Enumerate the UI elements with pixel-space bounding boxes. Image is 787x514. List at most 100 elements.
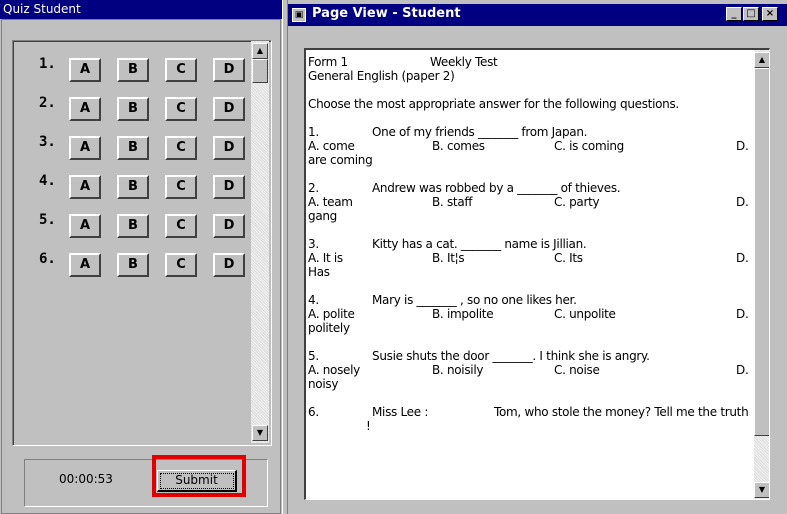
page-view-window: ▣ Page View - Student _ □ × Form 1 Weekl… bbox=[288, 0, 787, 514]
question-number: 1. bbox=[39, 56, 56, 72]
option-a: A. It is bbox=[308, 251, 343, 265]
question-row: 6. A B C D bbox=[39, 251, 269, 277]
question-number: 1. bbox=[308, 125, 319, 139]
question-stem: Mary is _______ , so no one likes her. bbox=[372, 293, 577, 307]
submit-button[interactable]: Submit bbox=[157, 470, 237, 492]
instruction-text: Choose the most appropriate answer for t… bbox=[308, 97, 679, 111]
window-title: Quiz Student bbox=[3, 2, 81, 16]
scroll-down-button[interactable]: ▼ bbox=[754, 482, 769, 498]
question-stem: Tom, who stole the money? Tell me the tr… bbox=[494, 405, 749, 419]
scroll-down-button[interactable]: ▼ bbox=[252, 425, 268, 441]
question-stem: Susie shuts the door _______. I think sh… bbox=[372, 349, 650, 363]
answer-option-button[interactable]: C bbox=[165, 214, 197, 238]
answer-panel-scrollbar[interactable] bbox=[251, 41, 269, 443]
answer-option-button[interactable]: B bbox=[117, 214, 149, 238]
option-d-text: Has bbox=[308, 265, 330, 279]
option-d-text: noisy bbox=[308, 377, 339, 391]
question-number: 3. bbox=[39, 134, 56, 150]
option-c: C. Its bbox=[554, 251, 583, 265]
scroll-thumb[interactable] bbox=[754, 68, 769, 436]
answer-option-button[interactable]: C bbox=[165, 253, 197, 277]
answer-option-button[interactable]: B bbox=[117, 58, 149, 82]
option-b: B. noisily bbox=[432, 363, 484, 377]
status-panel: 00:00:53 Submit bbox=[24, 455, 268, 507]
answer-option-button[interactable]: B bbox=[117, 97, 149, 121]
question-number: 6. bbox=[39, 251, 56, 267]
question-number: 2. bbox=[308, 181, 319, 195]
option-a: A. team bbox=[308, 195, 353, 209]
answer-option-button[interactable]: B bbox=[117, 136, 149, 160]
close-icon[interactable]: × bbox=[762, 7, 778, 21]
option-d-text: are coming bbox=[308, 153, 373, 167]
answer-option-button[interactable]: D bbox=[213, 136, 245, 160]
form-label: Form 1 bbox=[308, 55, 348, 69]
document-view: Form 1 Weekly Test General English (pape… bbox=[304, 48, 770, 500]
answer-option-button[interactable]: B bbox=[117, 253, 149, 277]
option-b: B. staff bbox=[432, 195, 473, 209]
answer-option-button[interactable]: B bbox=[117, 175, 149, 199]
test-label: Weekly Test bbox=[430, 55, 498, 69]
option-c: C. noise bbox=[554, 363, 600, 377]
question-stem: Andrew was robbed by a _______ of thieve… bbox=[372, 181, 621, 195]
option-b: B. It¦s bbox=[432, 251, 465, 265]
option-d-text: gang bbox=[308, 209, 337, 223]
option-d: D. bbox=[736, 307, 749, 321]
question-number: 4. bbox=[39, 173, 56, 189]
option-a: A. come bbox=[308, 139, 355, 153]
answer-option-button[interactable]: C bbox=[165, 175, 197, 199]
question-number: 3. bbox=[308, 237, 319, 251]
question-number: 6. bbox=[308, 405, 319, 419]
answer-option-button[interactable]: A bbox=[69, 214, 101, 238]
question-number: 2. bbox=[39, 95, 56, 111]
timer: 00:00:53 bbox=[59, 472, 113, 486]
answer-option-button[interactable]: A bbox=[69, 58, 101, 82]
option-d-text: politely bbox=[308, 321, 350, 335]
option-b: B. comes bbox=[432, 139, 485, 153]
option-c: C. unpolite bbox=[554, 307, 616, 321]
answer-option-button[interactable]: D bbox=[213, 175, 245, 199]
quiz-student-window: Quiz Student 1. A B C D 2. A B C D 3. A B C D 4. A B C D 5. A… bbox=[0, 0, 282, 514]
scroll-up-button[interactable]: ▲ bbox=[754, 52, 769, 68]
answer-option-button[interactable]: A bbox=[69, 175, 101, 199]
answer-option-button[interactable]: A bbox=[69, 97, 101, 121]
answer-option-button[interactable]: A bbox=[69, 253, 101, 277]
option-d: D. bbox=[736, 139, 749, 153]
question-stem-continued: ! bbox=[366, 419, 371, 433]
maximize-icon[interactable]: □ bbox=[743, 7, 759, 21]
question-row: 3. A B C D bbox=[39, 134, 269, 160]
app-icon: ▣ bbox=[292, 8, 306, 22]
answer-option-button[interactable]: C bbox=[165, 136, 197, 160]
answer-option-button[interactable]: C bbox=[165, 58, 197, 82]
option-c: C. party bbox=[554, 195, 600, 209]
answer-panel: 1. A B C D 2. A B C D 3. A B C D 4. A B C D 5. A B C D 6. A B C D ▲ ▼ bbox=[12, 40, 272, 446]
question-stem: Kitty has a cat. _______ name is Jillian… bbox=[372, 237, 587, 251]
answer-option-button[interactable]: A bbox=[69, 136, 101, 160]
window-title: Page View - Student bbox=[312, 6, 461, 21]
question-row: 1. A B C D bbox=[39, 56, 269, 82]
answer-option-button[interactable]: C bbox=[165, 97, 197, 121]
option-c: C. is coming bbox=[554, 139, 624, 153]
scroll-thumb[interactable] bbox=[252, 59, 268, 83]
question-row: 2. A B C D bbox=[39, 95, 269, 121]
scroll-up-button[interactable]: ▲ bbox=[252, 43, 268, 59]
quiz-student-title-bar: Quiz Student bbox=[0, 0, 282, 19]
option-a: A. nosely bbox=[308, 363, 360, 377]
question-number: 5. bbox=[308, 349, 319, 363]
answer-option-button[interactable]: D bbox=[213, 97, 245, 121]
question-speaker: Miss Lee : bbox=[372, 405, 429, 419]
page-view-title-bar: ▣ Page View - Student _ □ × bbox=[288, 4, 787, 26]
question-row: 5. A B C D bbox=[39, 212, 269, 238]
question-stem: One of my friends _______ from Japan. bbox=[372, 125, 588, 139]
option-d: D. bbox=[736, 251, 749, 265]
question-number: 4. bbox=[308, 293, 319, 307]
answer-option-button[interactable]: D bbox=[213, 253, 245, 277]
option-d: D. bbox=[736, 363, 749, 377]
answer-option-button[interactable]: D bbox=[213, 58, 245, 82]
question-number: 5. bbox=[39, 212, 56, 228]
option-b: B. impolite bbox=[432, 307, 494, 321]
minimize-icon[interactable]: _ bbox=[726, 7, 742, 21]
question-row: 4. A B C D bbox=[39, 173, 269, 199]
answer-option-button[interactable]: D bbox=[213, 214, 245, 238]
document-content: Form 1 Weekly Test General English (pape… bbox=[308, 55, 749, 433]
subject-label: General English (paper 2) bbox=[308, 69, 455, 83]
